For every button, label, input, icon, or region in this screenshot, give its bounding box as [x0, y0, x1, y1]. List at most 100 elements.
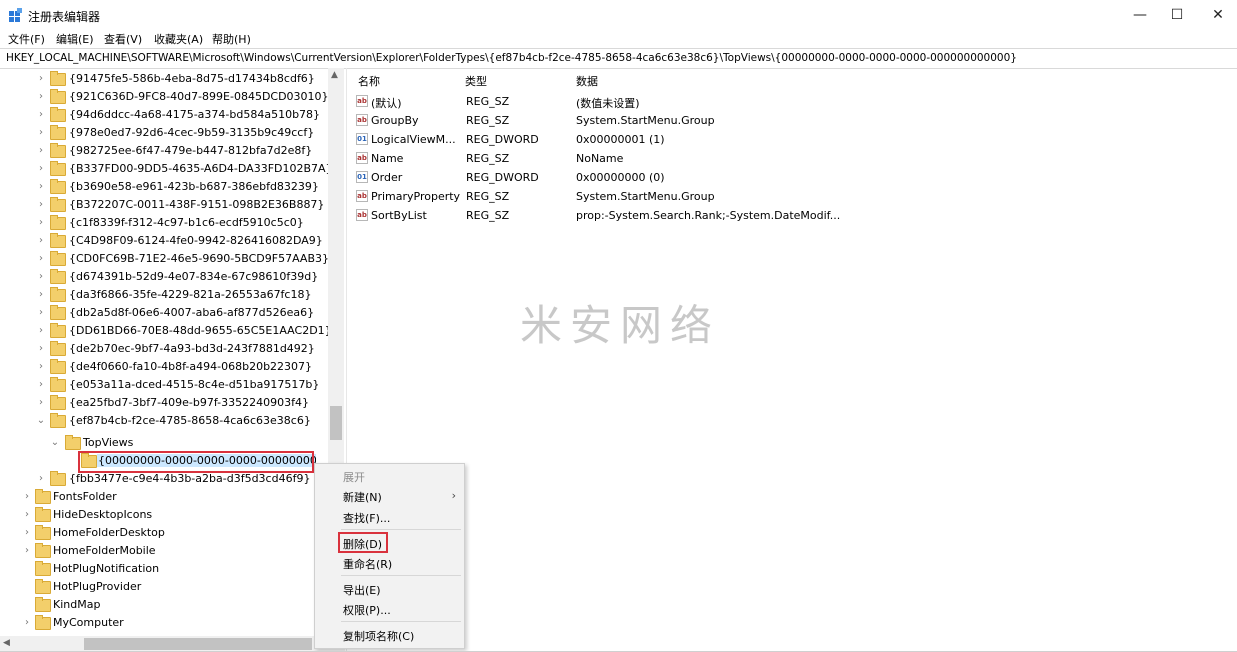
tree-item[interactable]: › {921C636D-9FC8-40d7-899E-0845DCD03010}	[0, 88, 328, 106]
tree-item[interactable]: › {94d6ddcc-4a68-4175-a374-bd584a510b78}	[0, 106, 328, 124]
chevron-right-icon[interactable]: ›	[36, 181, 46, 193]
menu-edit[interactable]: 编辑(E)	[56, 31, 94, 47]
tree-item[interactable]: › HomeFolderMobile	[0, 542, 328, 560]
tree-item[interactable]: › {b3690e58-e961-423b-b687-386ebfd83239}	[0, 178, 328, 196]
scroll-up-icon[interactable]: ▲	[331, 70, 338, 80]
value-type: REG_DWORD	[466, 133, 539, 146]
chevron-right-icon[interactable]: ›	[36, 127, 46, 139]
scroll-left-icon[interactable]: ◀	[3, 638, 10, 648]
value-row[interactable]: 01 LogicalViewM... REG_DWORD 0x00000001 (1)	[350, 130, 1237, 149]
value-row[interactable]: ab PrimaryProperty REG_SZ System.StartMenu.…	[350, 187, 1237, 206]
value-data: (数值未设置)	[576, 97, 640, 110]
tree-horizontal-scrollbar[interactable]: ◀	[0, 636, 345, 652]
tree-item[interactable]: › {d674391b-52d9-4e07-834e-67c98610f39d}	[0, 268, 328, 286]
chevron-right-icon[interactable]: ›	[36, 397, 46, 409]
tree-item[interactable]: › {B372207C-0011-438F-9151-098B2E36B887}	[0, 196, 328, 214]
value-row[interactable]: 01 Order REG_DWORD 0x00000000 (0)	[350, 168, 1237, 187]
close-button[interactable]: ✕	[1195, 0, 1237, 30]
value-data: 0x00000001 (1)	[576, 133, 665, 146]
chevron-down-icon[interactable]: ⌄	[50, 437, 60, 449]
chevron-right-icon[interactable]: ›	[22, 617, 32, 629]
menu-favorites[interactable]: 收藏夹(A)	[154, 31, 203, 47]
tree-item[interactable]: KindMap	[0, 596, 328, 614]
chevron-right-icon[interactable]: ›	[36, 217, 46, 229]
chevron-right-icon[interactable]: ›	[36, 289, 46, 301]
chevron-right-icon[interactable]: ›	[22, 509, 32, 521]
tree-item-label: {C4D98F09-6124-4fe0-9942-826416082DA9}	[69, 234, 323, 247]
folder-icon	[35, 489, 51, 504]
column-header-type[interactable]: 类型	[465, 73, 487, 91]
tree-item[interactable]: › {da3f6866-35fe-4229-821a-26553a67fc18}	[0, 286, 328, 304]
tree-scroll-thumb[interactable]	[330, 406, 342, 440]
chevron-right-icon[interactable]: ›	[36, 379, 46, 391]
value-type: REG_DWORD	[466, 171, 539, 184]
chevron-right-icon[interactable]: ›	[36, 473, 46, 485]
chevron-right-icon[interactable]: ›	[36, 271, 46, 283]
menu-view[interactable]: 查看(V)	[104, 31, 142, 47]
value-row[interactable]: ab SortByList REG_SZ prop:-System.Search.Ra…	[350, 206, 1237, 225]
column-header-name[interactable]: 名称	[358, 73, 380, 91]
tree-item[interactable]: › {de2b70ec-9bf7-4a93-bd3d-243f7881d492}	[0, 340, 328, 358]
tree-item[interactable]: › {978e0ed7-92d6-4cec-9b59-3135b9c49ccf}	[0, 124, 328, 142]
tree-item[interactable]: › {de4f0660-fa10-4b8f-a494-068b20b22307}	[0, 358, 328, 376]
menu-item-export[interactable]: 导出(E)	[343, 582, 381, 598]
value-row[interactable]: ab GroupBy REG_SZ System.StartMenu.Group	[350, 111, 1237, 130]
tree-item[interactable]: › FontsFolder	[0, 488, 328, 506]
menu-item-rename[interactable]: 重命名(R)	[343, 556, 392, 572]
value-row[interactable]: ab Name REG_SZ NoName	[350, 149, 1237, 168]
tree-item[interactable]: › {CD0FC69B-71E2-46e5-9690-5BCD9F57AAB3}	[0, 250, 328, 268]
menu-help[interactable]: 帮助(H)	[212, 31, 251, 47]
menu-item-expand[interactable]: 展开	[343, 469, 365, 485]
column-header-data[interactable]: 数据	[576, 73, 598, 91]
tree-item-topviews[interactable]: ⌄ TopViews	[0, 434, 328, 452]
address-path[interactable]: HKEY_LOCAL_MACHINE\SOFTWARE\Microsoft\Wi…	[6, 52, 1017, 64]
chevron-right-icon[interactable]: ›	[36, 361, 46, 373]
tree-item[interactable]: › {ea25fbd7-3bf7-409e-b97f-3352240903f4}	[0, 394, 328, 412]
tree-item[interactable]: › {982725ee-6f47-479e-b447-812bfa7d2e8f}	[0, 142, 328, 160]
tree-item[interactable]: HotPlugProvider	[0, 578, 328, 596]
menu-item-find[interactable]: 查找(F)...	[343, 510, 390, 526]
tree-item-label: {982725ee-6f47-479e-b447-812bfa7d2e8f}	[69, 144, 313, 157]
chevron-right-icon[interactable]: ›	[36, 163, 46, 175]
tree-item-label: {921C636D-9FC8-40d7-899E-0845DCD03010}	[69, 90, 328, 103]
tree-item[interactable]: › {C4D98F09-6124-4fe0-9942-826416082DA9}	[0, 232, 328, 250]
tree-item[interactable]: › HideDesktopIcons	[0, 506, 328, 524]
chevron-right-icon[interactable]: ›	[22, 491, 32, 503]
chevron-right-icon[interactable]: ›	[36, 145, 46, 157]
chevron-right-icon[interactable]: ›	[22, 545, 32, 557]
tree-item-label: {c1f8339f-f312-4c97-b1c6-ecdf5910c5c0}	[69, 216, 304, 229]
tree-item[interactable]: › HomeFolderDesktop	[0, 524, 328, 542]
chevron-right-icon[interactable]: ›	[36, 199, 46, 211]
tree-item[interactable]: › {c1f8339f-f312-4c97-b1c6-ecdf5910c5c0}	[0, 214, 328, 232]
tree-item[interactable]: › {e053a11a-dced-4515-8c4e-d51ba917517b}	[0, 376, 328, 394]
tree-item-label: {db2a5d8f-06e6-4007-aba6-af877d526ea6}	[69, 306, 315, 319]
address-bar[interactable]: HKEY_LOCAL_MACHINE\SOFTWARE\Microsoft\Wi…	[0, 48, 1237, 69]
chevron-right-icon[interactable]: ›	[36, 91, 46, 103]
window-title: 注册表编辑器	[28, 10, 101, 24]
menu-item-new[interactable]: 新建(N)	[343, 489, 382, 505]
tree-item[interactable]: › {91475fe5-586b-4eba-8d75-d17434b8cdf6}	[0, 70, 328, 88]
chevron-right-icon[interactable]: ›	[22, 527, 32, 539]
chevron-right-icon[interactable]: ›	[36, 343, 46, 355]
chevron-right-icon[interactable]: ›	[36, 73, 46, 85]
chevron-right-icon[interactable]: ›	[36, 307, 46, 319]
menu-item-copy-key-name[interactable]: 复制项名称(C)	[343, 628, 414, 644]
maximize-button[interactable]: ☐	[1154, 0, 1200, 30]
tree-item-label: {fbb3477e-c9e4-4b3b-a2ba-d3f5d3cd46f9}	[69, 472, 311, 485]
tree-item[interactable]: › {B337FD00-9DD5-4635-A6D4-DA33FD102B7A}	[0, 160, 328, 178]
chevron-down-icon[interactable]: ⌄	[36, 415, 46, 427]
tree-item[interactable]: › {db2a5d8f-06e6-4007-aba6-af877d526ea6}	[0, 304, 328, 322]
chevron-right-icon[interactable]: ›	[36, 109, 46, 121]
menu-item-permissions[interactable]: 权限(P)...	[343, 602, 391, 618]
chevron-right-icon[interactable]: ›	[36, 253, 46, 265]
tree-item-expanded[interactable]: ⌄ {ef87b4cb-f2ce-4785-8658-4ca6c63e38c6}	[0, 412, 328, 430]
menu-file[interactable]: 文件(F)	[8, 31, 45, 47]
value-row[interactable]: ab (默认) REG_SZ (数值未设置)	[350, 92, 1237, 111]
folder-icon	[50, 197, 66, 212]
chevron-right-icon[interactable]: ›	[36, 325, 46, 337]
tree-item[interactable]: HotPlugNotification	[0, 560, 328, 578]
tree-item[interactable]: › MyComputer	[0, 614, 328, 632]
chevron-right-icon[interactable]: ›	[36, 235, 46, 247]
tree-hscroll-thumb[interactable]	[84, 638, 312, 650]
tree-item[interactable]: › {DD61BD66-70E8-48dd-9655-65C5E1AAC2D1}	[0, 322, 328, 340]
